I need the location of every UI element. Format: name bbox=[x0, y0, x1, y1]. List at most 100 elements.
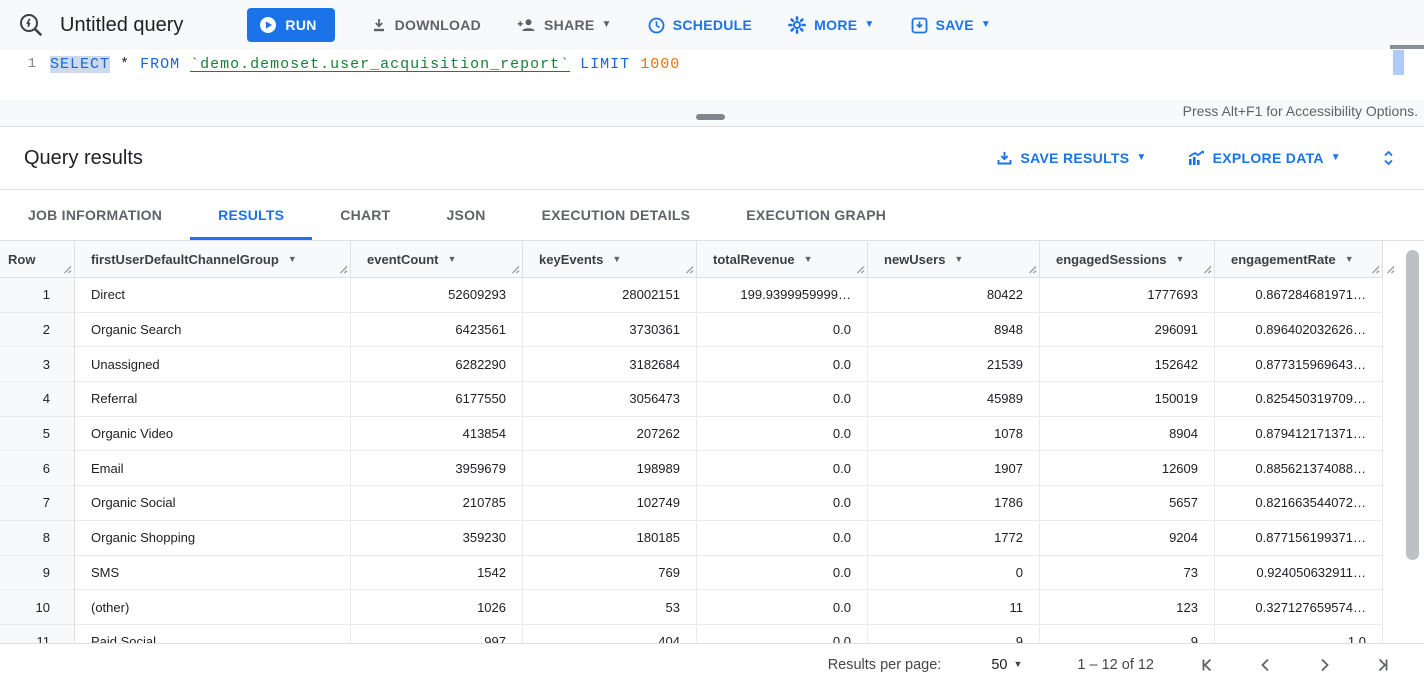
sql-token: * bbox=[120, 56, 130, 73]
table-cell: 150019 bbox=[1040, 382, 1215, 417]
page-size-select[interactable]: 50 ▼ bbox=[991, 657, 1022, 673]
column-header-newusers[interactable]: newUsers▼ bbox=[868, 241, 1040, 278]
table-cell: 53 bbox=[523, 590, 697, 625]
table-cell: 3182684 bbox=[523, 347, 697, 382]
column-resize-handle[interactable] bbox=[510, 264, 520, 274]
column-header-engagedsessions[interactable]: engagedSessions▼ bbox=[1040, 241, 1215, 278]
next-page-button[interactable] bbox=[1312, 653, 1336, 677]
table-cell: 359230 bbox=[351, 521, 523, 556]
table-cell: 1777693 bbox=[1040, 278, 1215, 313]
page-range-label: 1 – 12 of 12 bbox=[1077, 657, 1154, 673]
table-scrollbar[interactable] bbox=[1406, 250, 1419, 560]
save-results-button[interactable]: SAVE RESULTS ▼ bbox=[996, 150, 1147, 167]
explore-data-button[interactable]: EXPLORE DATA ▼ bbox=[1187, 150, 1341, 166]
sort-caret-icon[interactable]: ▼ bbox=[288, 254, 297, 264]
table-cell: 21539 bbox=[868, 347, 1040, 382]
table-header-row: Row firstUserDefaultChannelGroup▼eventCo… bbox=[0, 241, 1383, 278]
column-header-row[interactable]: Row bbox=[0, 241, 75, 278]
row-number: 2 bbox=[0, 313, 75, 348]
row-number: 5 bbox=[0, 417, 75, 452]
sort-caret-icon[interactable]: ▼ bbox=[954, 254, 963, 264]
last-page-button[interactable] bbox=[1370, 653, 1394, 677]
column-header-eventcount[interactable]: eventCount▼ bbox=[351, 241, 523, 278]
table-row[interactable]: 10(other)1026530.0111230.327127659574… bbox=[0, 590, 1383, 625]
table-row[interactable]: 7Organic Social2107851027490.0178656570.… bbox=[0, 486, 1383, 521]
table-cell: 0.327127659574… bbox=[1215, 590, 1383, 625]
results-tabs: JOB INFORMATIONRESULTSCHARTJSONEXECUTION… bbox=[0, 190, 1424, 241]
tab-execution-details[interactable]: EXECUTION DETAILS bbox=[514, 190, 719, 240]
first-page-button[interactable] bbox=[1196, 653, 1220, 677]
splitter-band: Press Alt+F1 for Accessibility Options. bbox=[0, 100, 1424, 127]
sort-caret-icon[interactable]: ▼ bbox=[804, 254, 813, 264]
column-resize-handle[interactable] bbox=[1385, 264, 1395, 274]
bigquery-results-panel: Untitled query RUN DOWNLOAD SHARE ▼ bbox=[0, 0, 1424, 685]
table-row[interactable]: 2Organic Search642356137303610.089482960… bbox=[0, 313, 1383, 348]
table-row[interactable]: 1Direct5260929328002151199.9399959999…80… bbox=[0, 278, 1383, 313]
expand-results-button[interactable] bbox=[1381, 149, 1396, 167]
tab-json[interactable]: JSON bbox=[418, 190, 513, 240]
tab-execution-graph[interactable]: EXECUTION GRAPH bbox=[718, 190, 914, 240]
column-resize-handle[interactable] bbox=[1202, 264, 1212, 274]
query-icon bbox=[16, 10, 46, 40]
table-cell: 102749 bbox=[523, 486, 697, 521]
tab-job-information[interactable]: JOB INFORMATION bbox=[0, 190, 190, 240]
table-cell: 80422 bbox=[868, 278, 1040, 313]
table-cell: 1772 bbox=[868, 521, 1040, 556]
table-cell: 0.896402032626… bbox=[1215, 313, 1383, 348]
column-resize-handle[interactable] bbox=[1027, 264, 1037, 274]
sort-caret-icon[interactable]: ▼ bbox=[612, 254, 621, 264]
schedule-button[interactable]: SCHEDULE bbox=[648, 17, 752, 34]
table-cell: 1786 bbox=[868, 486, 1040, 521]
table-row[interactable]: 5Organic Video4138542072620.0107889040.8… bbox=[0, 417, 1383, 452]
table-cell: 0.0 bbox=[697, 625, 868, 643]
sql-token bbox=[630, 56, 640, 73]
table-cell: 180185 bbox=[523, 521, 697, 556]
table-row[interactable]: 4Referral617755030564730.0459891500190.8… bbox=[0, 382, 1383, 417]
table-cell: 6177550 bbox=[351, 382, 523, 417]
sql-editor[interactable]: 1 SELECT * FROM `demo.demoset.user_acqui… bbox=[0, 50, 1424, 100]
column-resize-handle[interactable] bbox=[855, 264, 865, 274]
prev-page-button[interactable] bbox=[1254, 653, 1278, 677]
table-cell: 0.0 bbox=[697, 417, 868, 452]
column-resize-handle[interactable] bbox=[684, 264, 694, 274]
column-header-engagementrate[interactable]: engagementRate▼ bbox=[1215, 241, 1383, 278]
sort-caret-icon[interactable]: ▼ bbox=[448, 254, 457, 264]
table-cell: 198989 bbox=[523, 451, 697, 486]
line-number: 1 bbox=[0, 56, 50, 72]
table-cell: 5657 bbox=[1040, 486, 1215, 521]
sort-caret-icon[interactable]: ▼ bbox=[1176, 254, 1185, 264]
column-header-firstuserdefaultchannelgroup[interactable]: firstUserDefaultChannelGroup▼ bbox=[75, 241, 351, 278]
tab-results[interactable]: RESULTS bbox=[190, 190, 312, 240]
table-cell: Organic Shopping bbox=[75, 521, 351, 556]
run-button[interactable]: RUN bbox=[247, 8, 334, 42]
sql-token[interactable]: `demo.demoset.user_acquisition_report` bbox=[190, 56, 570, 73]
table-row[interactable]: 8Organic Shopping3592301801850.017729204… bbox=[0, 521, 1383, 556]
editor-scrollbar[interactable] bbox=[1393, 50, 1404, 75]
sort-caret-icon[interactable]: ▼ bbox=[1345, 254, 1354, 264]
row-number: 6 bbox=[0, 451, 75, 486]
table-cell: 404 bbox=[523, 625, 697, 643]
column-header-totalrevenue[interactable]: totalRevenue▼ bbox=[697, 241, 868, 278]
column-resize-handle[interactable] bbox=[1370, 264, 1380, 274]
download-button[interactable]: DOWNLOAD bbox=[371, 17, 481, 33]
table-cell: Paid Social bbox=[75, 625, 351, 643]
table-cell: 1.0 bbox=[1215, 625, 1383, 643]
table-cell: 6282290 bbox=[351, 347, 523, 382]
table-cell: Organic Search bbox=[75, 313, 351, 348]
table-cell: Direct bbox=[75, 278, 351, 313]
table-row[interactable]: 6Email39596791989890.01907126090.8856213… bbox=[0, 451, 1383, 486]
table-row[interactable]: 3Unassigned628229031826840.0215391526420… bbox=[0, 347, 1383, 382]
more-button[interactable]: MORE ▼ bbox=[788, 16, 874, 34]
sql-line[interactable]: SELECT * FROM `demo.demoset.user_acquisi… bbox=[50, 56, 680, 73]
column-resize-handle[interactable] bbox=[338, 264, 348, 274]
splitter-drag-handle[interactable] bbox=[696, 114, 725, 120]
column-header-keyevents[interactable]: keyEvents▼ bbox=[523, 241, 697, 278]
tab-chart[interactable]: CHART bbox=[312, 190, 418, 240]
table-row[interactable]: 11Paid Social9974040.0991.0 bbox=[0, 625, 1383, 643]
table-row[interactable]: 9SMS15427690.00730.924050632911… bbox=[0, 556, 1383, 591]
table-cell: 997 bbox=[351, 625, 523, 643]
save-button[interactable]: SAVE ▼ bbox=[911, 17, 992, 34]
column-resize-handle[interactable] bbox=[62, 264, 72, 274]
share-button[interactable]: SHARE ▼ bbox=[517, 17, 612, 33]
table-cell: 0.879412171371… bbox=[1215, 417, 1383, 452]
